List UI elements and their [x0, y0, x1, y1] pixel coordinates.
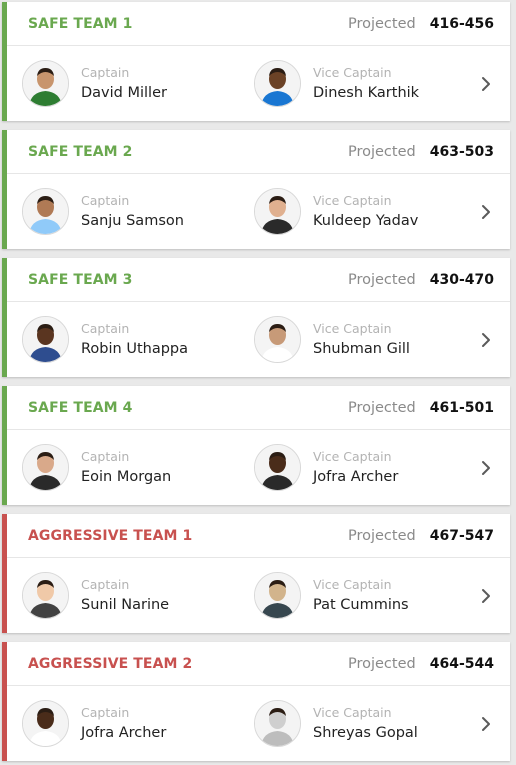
team-card[interactable]: SAFE TEAM 3 Projected 430-470 Captain Ro… [2, 258, 510, 377]
team-name: AGGRESSIVE TEAM 2 [28, 655, 193, 672]
projected-label: Projected [347, 271, 416, 288]
vice-captain: Vice Captain Shreyas Gopal [254, 700, 418, 747]
vice-captain-avatar [254, 572, 301, 619]
team-card-header: SAFE TEAM 3 Projected 430-470 [7, 258, 510, 302]
team-card[interactable]: SAFE TEAM 2 Projected 463-503 Captain Sa… [2, 130, 510, 249]
projected-points: Projected 416-456 [348, 16, 494, 32]
vice-captain-role-label: Vice Captain [313, 193, 392, 208]
projected-value: 463-503 [429, 143, 494, 160]
projected-label: Projected [347, 143, 416, 160]
team-card-body: Captain Sunil Narine Vice Captain Pat Cu… [7, 558, 510, 632]
vice-captain: Vice Captain Pat Cummins [254, 572, 409, 619]
vice-captain-avatar [254, 444, 301, 491]
captain-role-label: Captain [81, 705, 130, 720]
captain: Captain Sanju Samson [22, 188, 184, 235]
team-card[interactable]: SAFE TEAM 1 Projected 416-456 Captain Da… [2, 2, 510, 121]
captain: Captain Jofra Archer [22, 700, 166, 747]
team-name: SAFE TEAM 1 [28, 15, 133, 32]
team-name: SAFE TEAM 2 [28, 143, 133, 160]
chevron-right-icon[interactable] [474, 200, 498, 224]
captain-name: Jofra Archer [81, 725, 167, 741]
team-name: AGGRESSIVE TEAM 1 [28, 527, 193, 544]
projected-points: Projected 464-544 [348, 656, 494, 672]
captain-role-label: Captain [81, 449, 130, 464]
vice-captain-name: Kuldeep Yadav [313, 213, 419, 229]
vice-captain-role-label: Vice Captain [313, 705, 392, 720]
vice-captain-role-label: Vice Captain [313, 65, 392, 80]
projected-value: 461-501 [429, 399, 494, 416]
team-name: SAFE TEAM 3 [28, 271, 133, 288]
team-card-body: Captain David Miller Vice Captain Dinesh… [7, 46, 510, 120]
vice-captain-name: Jofra Archer [313, 469, 399, 485]
team-card-header: AGGRESSIVE TEAM 2 Projected 464-544 [7, 642, 510, 686]
captain-avatar [22, 572, 69, 619]
vice-captain-role-label: Vice Captain [313, 577, 392, 592]
captain-name: Eoin Morgan [81, 469, 172, 485]
captain-name: David Miller [81, 85, 167, 101]
team-card-body: Captain Eoin Morgan Vice Captain Jofra A… [7, 430, 510, 504]
projected-points: Projected 467-547 [348, 528, 494, 544]
projected-points: Projected 461-501 [348, 400, 494, 416]
captain-avatar [22, 700, 69, 747]
team-card-body: Captain Robin Uthappa Vice Captain Shubm… [7, 302, 510, 376]
projected-label: Projected [347, 655, 416, 672]
chevron-right-icon[interactable] [474, 328, 498, 352]
projected-value: 467-547 [429, 527, 494, 544]
captain-name: Sanju Samson [81, 213, 184, 229]
team-card-body: Captain Sanju Samson Vice Captain Kuldee… [7, 174, 510, 248]
captain-role-label: Captain [81, 65, 130, 80]
captain-role-label: Captain [81, 577, 130, 592]
chevron-right-icon[interactable] [474, 456, 498, 480]
team-card-header: SAFE TEAM 2 Projected 463-503 [7, 130, 510, 174]
team-card-body: Captain Jofra Archer Vice Captain Shreya… [7, 686, 510, 760]
chevron-right-icon[interactable] [474, 72, 498, 96]
vice-captain-avatar [254, 60, 301, 107]
captain-avatar [22, 316, 69, 363]
projected-value: 416-456 [429, 15, 494, 32]
team-name: SAFE TEAM 4 [28, 399, 133, 416]
team-card-header: SAFE TEAM 1 Projected 416-456 [7, 2, 510, 46]
captain-name: Robin Uthappa [81, 341, 188, 357]
projected-points: Projected 430-470 [348, 272, 494, 288]
captain-avatar [22, 444, 69, 491]
team-card[interactable]: SAFE TEAM 4 Projected 461-501 Captain Eo… [2, 386, 510, 505]
vice-captain-role-label: Vice Captain [313, 321, 392, 336]
projected-label: Projected [347, 527, 416, 544]
vice-captain: Vice Captain Jofra Archer [254, 444, 398, 491]
captain: Captain Sunil Narine [22, 572, 169, 619]
vice-captain-name: Shreyas Gopal [313, 725, 418, 741]
vice-captain-avatar [254, 700, 301, 747]
vice-captain: Vice Captain Shubman Gill [254, 316, 410, 363]
captain: Captain Robin Uthappa [22, 316, 188, 363]
captain: Captain Eoin Morgan [22, 444, 171, 491]
team-card-header: AGGRESSIVE TEAM 1 Projected 467-547 [7, 514, 510, 558]
captain-name: Sunil Narine [81, 597, 170, 613]
vice-captain-name: Shubman Gill [313, 341, 410, 357]
projected-value: 464-544 [429, 655, 494, 672]
captain-role-label: Captain [81, 193, 130, 208]
chevron-right-icon[interactable] [474, 584, 498, 608]
team-card[interactable]: AGGRESSIVE TEAM 1 Projected 467-547 Capt… [2, 514, 510, 633]
vice-captain-avatar [254, 316, 301, 363]
projected-value: 430-470 [429, 271, 494, 288]
vice-captain-avatar [254, 188, 301, 235]
projected-label: Projected [347, 15, 416, 32]
captain: Captain David Miller [22, 60, 167, 107]
chevron-right-icon[interactable] [474, 712, 498, 736]
vice-captain-name: Pat Cummins [313, 597, 409, 613]
team-card[interactable]: AGGRESSIVE TEAM 2 Projected 464-544 Capt… [2, 642, 510, 761]
captain-avatar [22, 188, 69, 235]
vice-captain-role-label: Vice Captain [313, 449, 392, 464]
team-list: SAFE TEAM 1 Projected 416-456 Captain Da… [0, 0, 516, 761]
vice-captain-name: Dinesh Karthik [313, 85, 420, 101]
team-card-header: SAFE TEAM 4 Projected 461-501 [7, 386, 510, 430]
projected-points: Projected 463-503 [348, 144, 494, 160]
captain-role-label: Captain [81, 321, 130, 336]
vice-captain: Vice Captain Dinesh Karthik [254, 60, 419, 107]
captain-avatar [22, 60, 69, 107]
projected-label: Projected [347, 399, 416, 416]
vice-captain: Vice Captain Kuldeep Yadav [254, 188, 418, 235]
